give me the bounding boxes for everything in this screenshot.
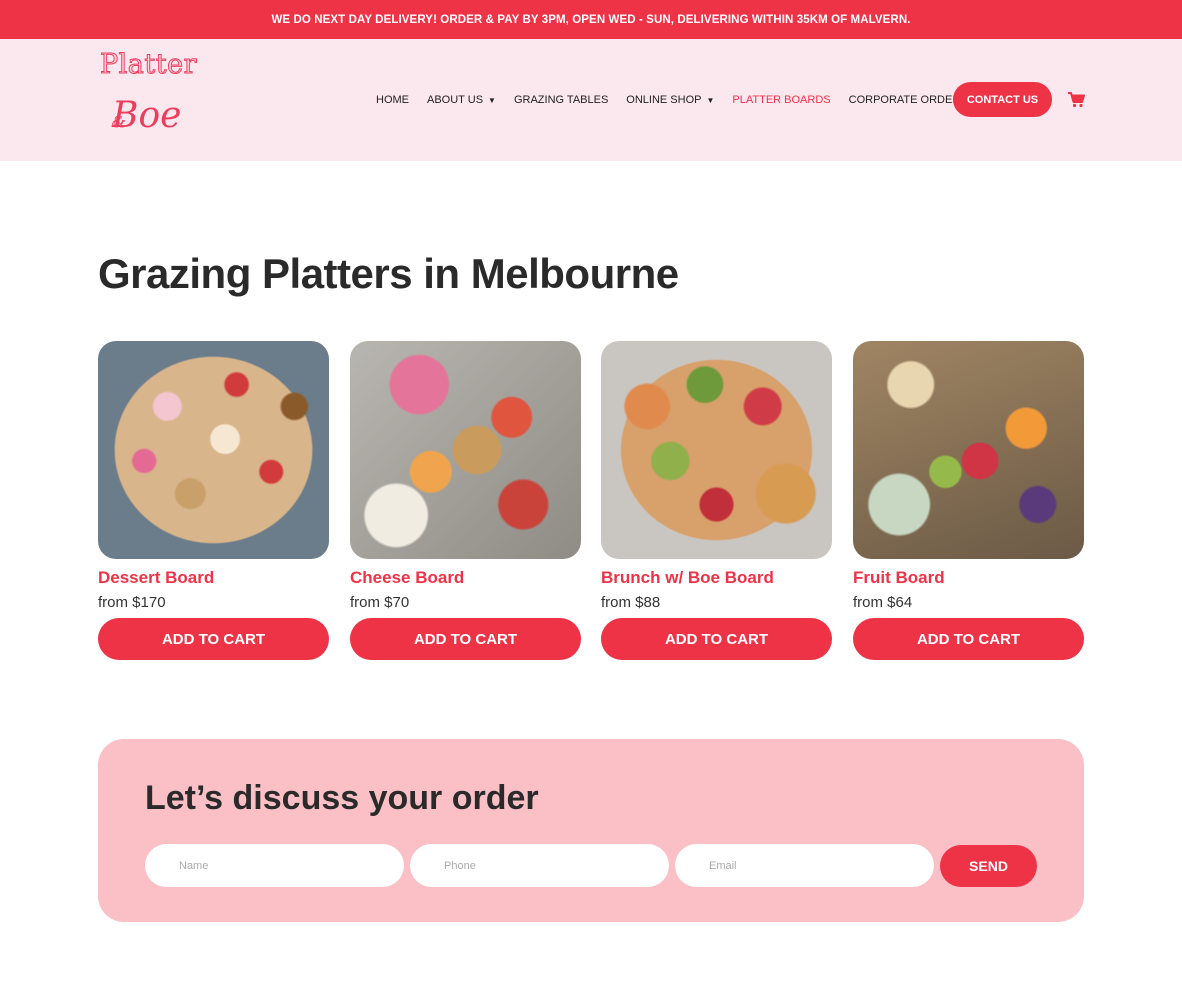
nav-item-label: CORPORATE ORDERS bbox=[848, 94, 968, 106]
fruit-board-photo[interactable] bbox=[853, 341, 1084, 559]
nav-item-label: ABOUT US bbox=[427, 94, 484, 106]
main-nav: HOME ABOUT US ▼ GRAZING TABLES ONLINE SH… bbox=[376, 39, 986, 161]
brunch-board-photo[interactable] bbox=[601, 341, 832, 559]
nav-item-label: GRAZING TABLES bbox=[513, 94, 609, 106]
product-card: Dessert Board from $170 ADD TO CART bbox=[98, 341, 329, 660]
nav-item-online-shop[interactable]: ONLINE SHOP ▼ bbox=[626, 94, 714, 106]
form-title: Let’s discuss your order bbox=[145, 779, 539, 817]
product-card: Cheese Board from $70 ADD TO CART bbox=[350, 341, 581, 660]
announcement-text: WE DO NEXT DAY DELIVERY! ORDER & PAY BY … bbox=[271, 13, 911, 26]
add-to-cart-button[interactable]: ADD TO CART bbox=[853, 618, 1084, 660]
product-price: from $170 bbox=[98, 594, 166, 611]
product-price: from $88 bbox=[601, 594, 661, 611]
name-field[interactable] bbox=[145, 844, 404, 887]
product-name[interactable]: Fruit Board bbox=[853, 568, 1084, 588]
logo-line-1: Platter bbox=[100, 49, 198, 81]
nav-item-grazing-tables[interactable]: GRAZING TABLES bbox=[514, 94, 608, 106]
add-to-cart-button[interactable]: ADD TO CART bbox=[601, 618, 832, 660]
nav-item-corporate-orders[interactable]: CORPORATE ORDERS bbox=[849, 94, 968, 106]
add-to-cart-button[interactable]: ADD TO CART bbox=[350, 618, 581, 660]
chevron-down-icon: ▼ bbox=[706, 95, 715, 105]
product-name[interactable]: Dessert Board bbox=[98, 568, 329, 588]
add-to-cart-button[interactable]: ADD TO CART bbox=[98, 618, 329, 660]
send-button[interactable]: SEND bbox=[940, 845, 1037, 887]
logo-line-2: Boe bbox=[112, 95, 182, 136]
nav-item-label: PLATTER BOARDS bbox=[732, 94, 831, 106]
site-header: Platter & Boe HOME ABOUT US ▼ GRAZING TA… bbox=[0, 39, 1182, 161]
site-logo[interactable]: Platter & Boe bbox=[98, 49, 202, 149]
announcement-bar: WE DO NEXT DAY DELIVERY! ORDER & PAY BY … bbox=[0, 0, 1182, 39]
email-field[interactable] bbox=[675, 844, 934, 887]
product-price: from $64 bbox=[853, 594, 913, 611]
dessert-board-photo[interactable] bbox=[98, 341, 329, 559]
page-title: Grazing Platters in Melbourne bbox=[98, 250, 679, 297]
shopping-cart-icon[interactable] bbox=[1068, 92, 1085, 108]
nav-item-platter-boards[interactable]: PLATTER BOARDS bbox=[732, 94, 830, 106]
nav-item-home[interactable]: HOME bbox=[376, 94, 409, 106]
chevron-down-icon: ▼ bbox=[488, 95, 496, 105]
product-name[interactable]: Brunch w/ Boe Board bbox=[601, 568, 832, 588]
nav-item-about-us[interactable]: ABOUT US ▼ bbox=[427, 94, 496, 106]
product-name[interactable]: Cheese Board bbox=[350, 568, 581, 588]
nav-item-label: ONLINE SHOP bbox=[626, 94, 702, 106]
phone-field[interactable] bbox=[410, 844, 669, 887]
product-card: Brunch w/ Boe Board from $88 ADD TO CART bbox=[601, 341, 832, 660]
nav-item-label: HOME bbox=[376, 94, 409, 106]
contact-us-button[interactable]: CONTACT US bbox=[953, 82, 1052, 117]
product-price: from $70 bbox=[350, 594, 410, 611]
cheese-board-photo[interactable] bbox=[350, 341, 581, 559]
product-card: Fruit Board from $64 ADD TO CART bbox=[853, 341, 1084, 660]
contact-form: Let’s discuss your order SEND bbox=[98, 739, 1084, 922]
